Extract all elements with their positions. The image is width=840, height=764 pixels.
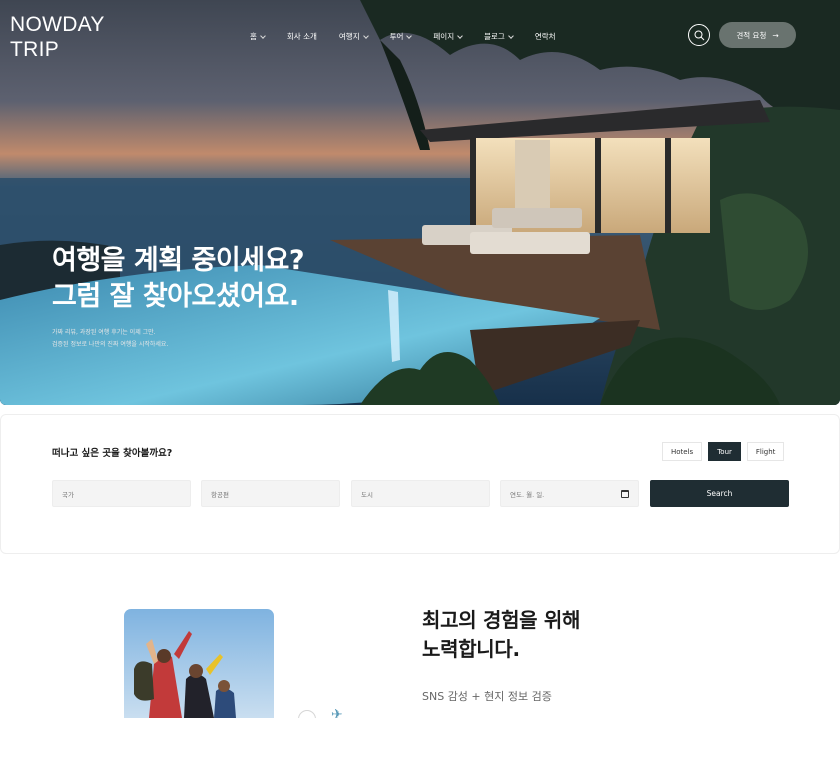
hero-title-line-1: 여행을 계획 중이세요? bbox=[52, 245, 305, 276]
chevron-down-icon bbox=[457, 32, 463, 39]
city-placeholder: 도시 bbox=[361, 490, 373, 499]
nav-item-tours[interactable]: 투어 bbox=[389, 31, 413, 42]
page-bottom-blank bbox=[0, 718, 840, 764]
brand-line-1: NOWDAY bbox=[10, 13, 105, 36]
chevron-down-icon bbox=[406, 32, 413, 39]
chevron-down-icon bbox=[362, 32, 369, 39]
tab-hotels[interactable]: Hotels bbox=[662, 442, 703, 461]
experience-title-line-2: 노력합니다. bbox=[422, 637, 520, 661]
search-type-tabs: Hotels Tour Flight bbox=[662, 442, 785, 461]
country-placeholder: 국가 bbox=[62, 490, 74, 499]
nav-item-label: 연락처 bbox=[534, 32, 556, 41]
nav-item-label: 회사 소개 bbox=[286, 32, 317, 41]
arrow-right-icon: → bbox=[772, 30, 779, 40]
date-placeholder: 연도. 월. 일. bbox=[510, 490, 545, 499]
experience-title: 최고의 경험을 위해 노력합니다. bbox=[422, 606, 580, 664]
quote-request-button[interactable]: 견적 요청 → bbox=[719, 22, 796, 48]
calendar-icon[interactable] bbox=[621, 490, 629, 498]
city-input[interactable]: 도시 bbox=[351, 480, 490, 507]
search-icon bbox=[694, 30, 705, 41]
search-button[interactable]: Search bbox=[650, 480, 789, 507]
travelers-image bbox=[124, 609, 274, 718]
airline-input[interactable]: 항공편 bbox=[201, 480, 340, 507]
tab-tour[interactable]: Tour bbox=[708, 442, 741, 461]
nav-item-label: 홈 bbox=[250, 32, 257, 41]
tab-flight[interactable]: Flight bbox=[746, 442, 785, 461]
nav-item-about[interactable]: 회사 소개 bbox=[287, 31, 317, 42]
quote-request-label: 견적 요청 bbox=[736, 30, 767, 40]
search-panel-title: 떠나고 싶은 곳을 찾아볼까요? bbox=[52, 448, 173, 459]
nav-item-blog[interactable]: 블로그 bbox=[484, 31, 514, 42]
hero-title: 여행을 계획 중이세요? 그럼 잘 찾아오셨어요. bbox=[52, 243, 305, 315]
chevron-down-icon bbox=[260, 32, 266, 39]
main-navigation: 홈 회사 소개 여행지 투어 페이지 블로그 연락처 bbox=[250, 31, 578, 42]
airline-placeholder: 항공편 bbox=[211, 490, 229, 499]
search-panel: 떠나고 싶은 곳을 찾아볼까요? Hotels Tour Flight 국가 항… bbox=[0, 414, 840, 554]
hero-title-line-2: 그럼 잘 찾아오셨어요. bbox=[52, 281, 299, 312]
hero-subtitle-line-2: 검증된 정보로 나만의 진짜 여행을 시작하세요. bbox=[52, 341, 169, 348]
nav-item-label: 블로그 bbox=[484, 32, 505, 41]
hero-subtitle: 가짜 리뷰, 과장된 여행 후기는 이제 그만. 검증된 정보로 나만의 진짜 … bbox=[52, 327, 168, 351]
brand-line-2: TRIP bbox=[10, 38, 60, 61]
nav-item-label: 페이지 bbox=[433, 32, 455, 41]
experience-title-line-1: 최고의 경험을 위해 bbox=[422, 608, 581, 632]
nav-item-contact[interactable]: 연락처 bbox=[535, 31, 556, 42]
brand-logo[interactable]: NOWDAY TRIP bbox=[10, 12, 105, 62]
chevron-down-icon bbox=[507, 32, 514, 39]
header-search-button[interactable] bbox=[688, 24, 710, 46]
nav-item-label: 여행지 bbox=[338, 32, 360, 41]
country-input[interactable]: 국가 bbox=[52, 480, 191, 507]
nav-item-label: 투어 bbox=[389, 32, 404, 41]
nav-item-destinations[interactable]: 여행지 bbox=[338, 31, 369, 42]
nav-item-home[interactable]: 홈 bbox=[250, 31, 266, 42]
date-input[interactable]: 연도. 월. 일. bbox=[500, 480, 639, 507]
experience-subtitle: SNS 감성 + 현지 정보 검증 bbox=[422, 690, 552, 703]
travelers-photo bbox=[124, 609, 274, 718]
hero-subtitle-line-1: 가짜 리뷰, 과장된 여행 후기는 이제 그만. bbox=[52, 329, 156, 336]
hero-section: NOWDAY TRIP 홈 회사 소개 여행지 투어 페이지 블로그 연락처 견… bbox=[0, 0, 840, 405]
nav-item-pages[interactable]: 페이지 bbox=[433, 31, 463, 42]
